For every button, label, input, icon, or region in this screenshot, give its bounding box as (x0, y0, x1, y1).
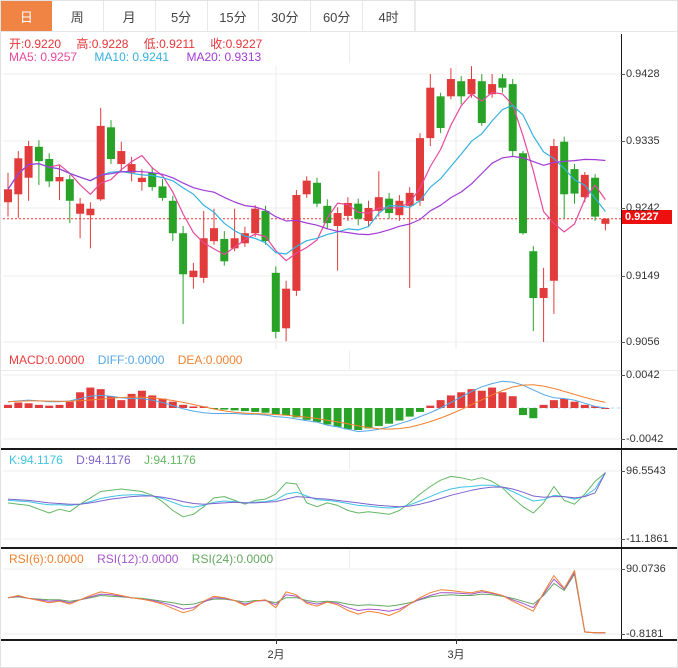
rsi-axis-label-tick (621, 569, 625, 570)
rsi-panel[interactable] (1, 549, 621, 639)
tab-4hour[interactable]: 4时 (363, 1, 415, 31)
open-value: 开:0.9220 (9, 37, 62, 51)
macd-labels: MACD:0.0000 DIFF:0.0000 DEA:0.0000 (9, 353, 252, 367)
y-axis-line (621, 34, 622, 639)
price-axis-label-tick (621, 141, 625, 142)
high-value: 高:0.9228 (76, 37, 129, 51)
month-label: 2月 (267, 649, 285, 661)
close-value: 收:0.9227 (210, 37, 263, 51)
rsi-axis-label: -0.8181 (626, 628, 664, 640)
macd-axis-label-tick (621, 375, 625, 376)
candlestick-chart[interactable] (1, 63, 621, 349)
diff-value: DIFF:0.0000 (97, 353, 165, 367)
ma20-value: MA20: 0.9313 (186, 50, 262, 64)
tab-60min[interactable]: 60分 (311, 1, 364, 31)
ma-header: MA5: 0.9257 MA10: 0.9241 MA20: 0.9313 (9, 50, 275, 64)
tabbar-end-divider (415, 1, 416, 31)
price-axis-label-tick (621, 208, 625, 209)
kdj-axis-label: 96.5543 (626, 465, 666, 477)
tab-5min[interactable]: 5分 (155, 1, 208, 31)
kdj-panel[interactable] (1, 450, 621, 547)
x-axis-line (1, 639, 677, 641)
tab-day[interactable]: 日 (1, 1, 52, 31)
period-tabbar: 日 周 月 5分 15分 30分 60分 4时 (1, 1, 415, 32)
macd-value: MACD:0.0000 (9, 353, 85, 367)
macd-axis-label: 0.0042 (626, 369, 660, 381)
ma5-value: MA5: 0.9257 (9, 50, 78, 64)
price-axis-label: 0.9056 (626, 336, 660, 348)
month-tick (456, 639, 457, 644)
price-axis-label: 0.9242 (626, 202, 660, 214)
kdj-axis-label: -11.1861 (626, 533, 669, 545)
price-axis-label-tick (621, 276, 625, 277)
tab-30min[interactable]: 30分 (259, 1, 312, 31)
price-axis-label-tick (621, 74, 625, 75)
ma10-value: MA10: 0.9241 (94, 50, 170, 64)
tab-month[interactable]: 月 (103, 1, 156, 31)
month-tick (276, 639, 277, 644)
macd-axis-label: -0.0042 (626, 433, 664, 445)
month-label: 3月 (447, 649, 465, 661)
kdj-axis-label-tick (621, 539, 625, 540)
macd-axis-label-tick (621, 439, 625, 440)
price-axis-label-tick (621, 342, 625, 343)
rsi-axis-label-tick (621, 634, 625, 635)
price-axis-label: 0.9335 (626, 135, 660, 147)
low-value: 低:0.9211 (143, 37, 195, 51)
header-border (415, 1, 677, 32)
header-cell-divider (349, 32, 350, 63)
dea-value: DEA:0.0000 (177, 353, 243, 367)
stock-chart-widget: 日 周 月 5分 15分 30分 60分 4时 开:0.9220 高:0.922… (0, 0, 678, 668)
macd-panel[interactable] (1, 369, 621, 449)
macd-cell-divider (349, 351, 350, 369)
tab-15min[interactable]: 15分 (207, 1, 260, 31)
kdj-axis-label-tick (621, 471, 625, 472)
rsi-axis-label: 90.0736 (626, 563, 666, 575)
tab-week[interactable]: 周 (51, 1, 104, 31)
price-axis-label: 0.9149 (626, 270, 660, 282)
price-axis-label: 0.9428 (626, 68, 660, 80)
